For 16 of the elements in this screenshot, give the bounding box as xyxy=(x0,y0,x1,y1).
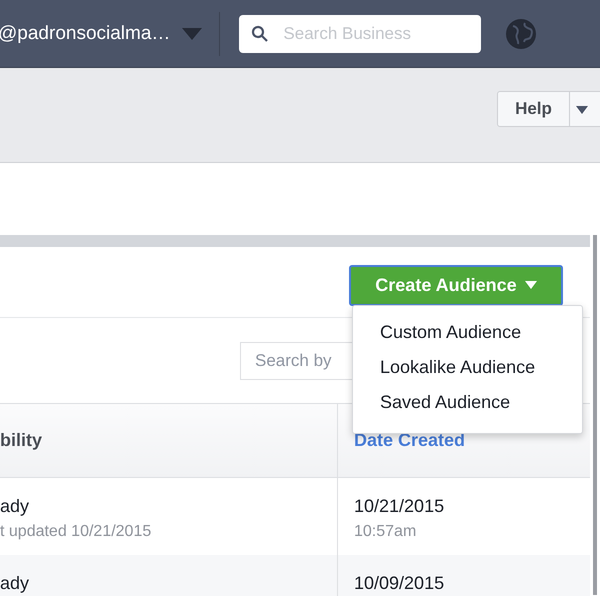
caret-icon xyxy=(524,281,537,289)
table-cell-text: ady xyxy=(0,573,30,594)
column-header: bility xyxy=(0,430,42,451)
menu-item[interactable]: Saved Audience xyxy=(353,388,582,423)
help-button[interactable]: Help xyxy=(497,91,570,127)
caret-icon xyxy=(576,106,588,114)
column-header[interactable]: Date Created xyxy=(354,430,466,451)
caret-icon[interactable] xyxy=(182,28,202,40)
dropdown-button[interactable] xyxy=(570,91,600,127)
table-cell-text: ady xyxy=(0,496,30,517)
table-cell-text: 10:57am xyxy=(354,523,418,541)
table-cell: 10/09/2015 xyxy=(354,573,444,594)
table-cell: 10/21/2015 xyxy=(354,496,444,517)
search-icon xyxy=(251,24,270,42)
search-field[interactable]: Search Business xyxy=(239,14,482,52)
table-cell-text: t updated 10/21/2015 xyxy=(0,523,152,541)
